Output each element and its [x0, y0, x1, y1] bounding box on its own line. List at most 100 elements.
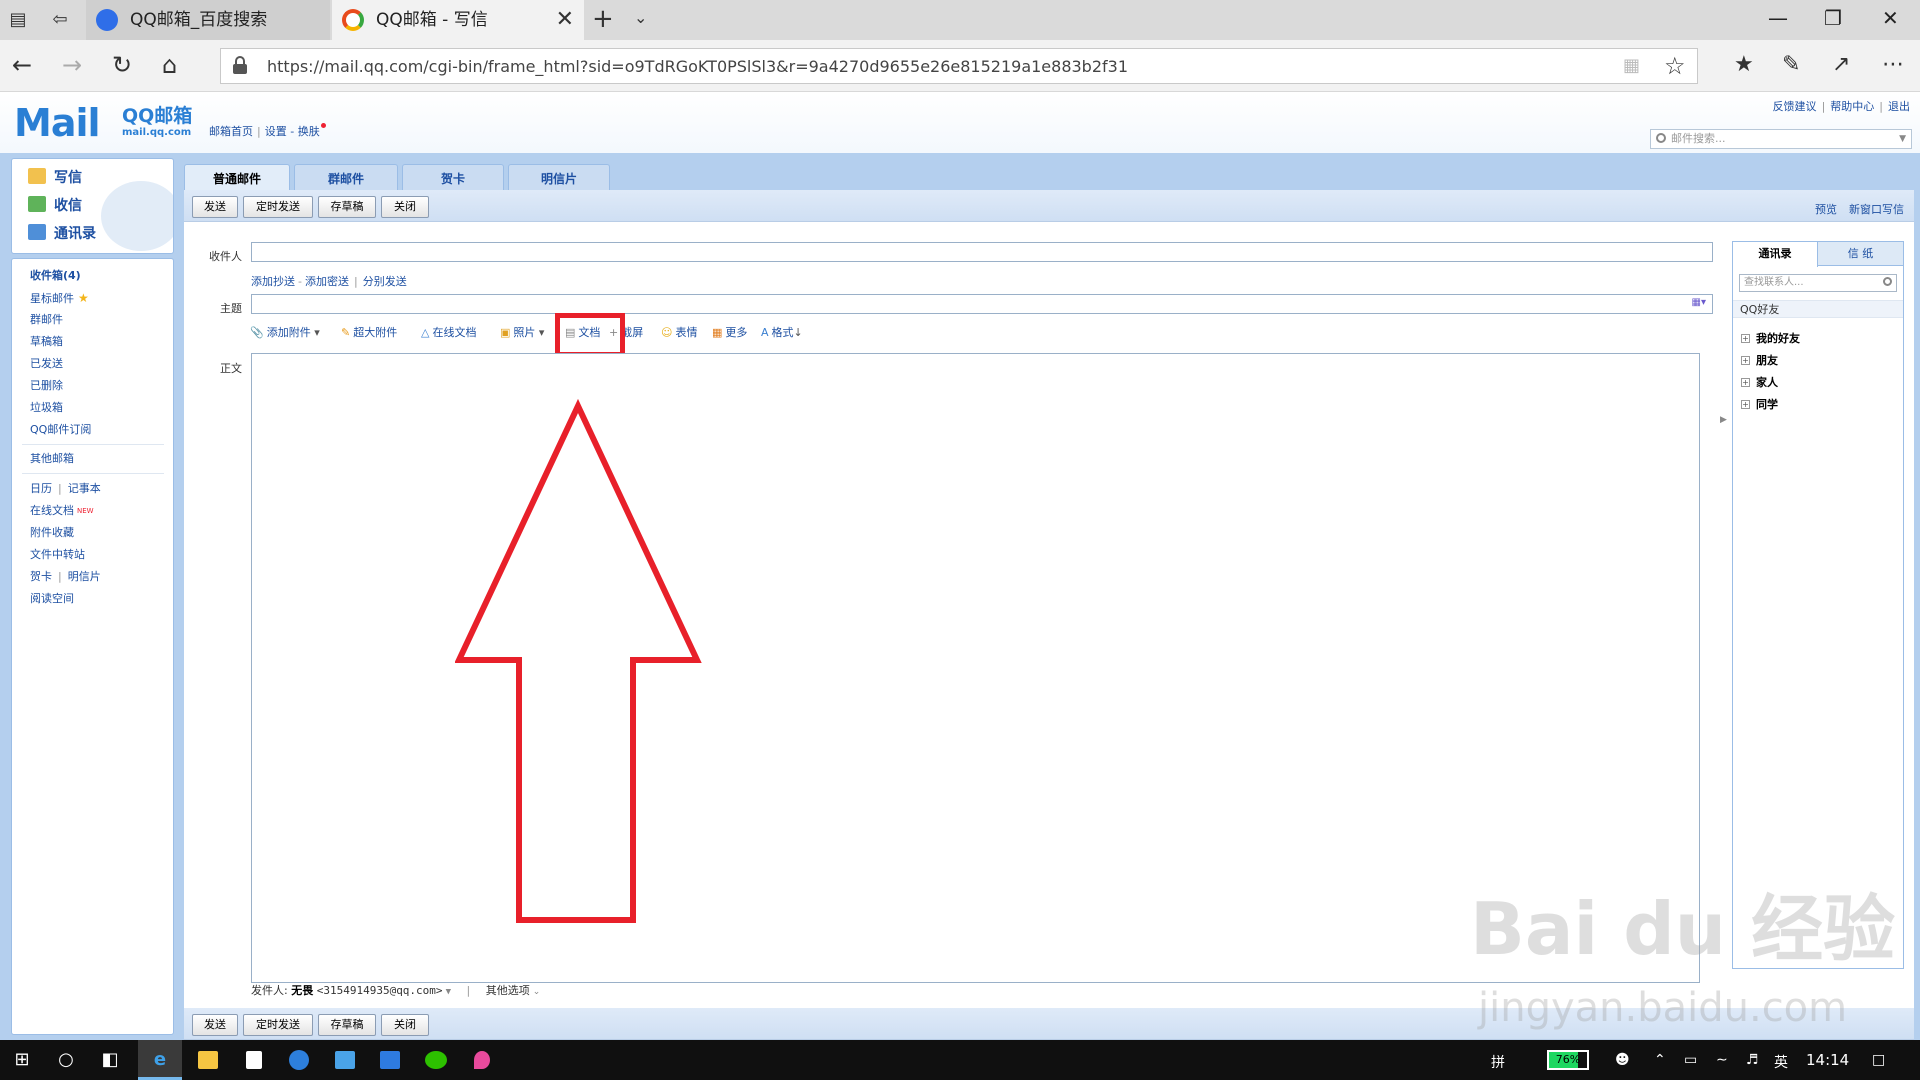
pen-notes-icon[interactable]: ✎ — [1782, 52, 1800, 77]
collapse-panel-icon[interactable]: ▶ — [1720, 415, 1727, 425]
folder-group[interactable]: 群邮件 — [30, 313, 63, 327]
to-field[interactable] — [251, 242, 1713, 262]
card-link[interactable]: 贺卡 — [30, 570, 52, 583]
close-button[interactable]: 关闭 — [381, 196, 429, 218]
receive-link[interactable]: 收信 — [28, 195, 82, 217]
folder-inbox[interactable]: 收件箱(4) — [30, 269, 81, 283]
mail-logo[interactable]: Mail — [14, 103, 101, 143]
wechat-icon[interactable] — [424, 1048, 448, 1072]
browser-tab-baidu[interactable]: QQ邮箱_百度搜索 — [86, 0, 330, 40]
notepad-link[interactable]: 记事本 — [68, 482, 101, 495]
show-hidden-icons-icon[interactable]: ⌃ — [1654, 1052, 1666, 1068]
mail-app-icon[interactable] — [333, 1048, 357, 1072]
search-dropdown-icon[interactable]: ▼ — [1899, 130, 1906, 148]
compose-link[interactable]: 写信 — [28, 167, 82, 189]
close-button-bottom[interactable]: 关闭 — [381, 1014, 429, 1036]
send-button[interactable]: 发送 — [192, 196, 238, 218]
big-attachment-button[interactable]: ✎ 超大附件 — [341, 326, 397, 340]
folder-drafts[interactable]: 草稿箱 — [30, 335, 63, 349]
send-button-bottom[interactable]: 发送 — [192, 1014, 238, 1036]
postcard-link[interactable]: 明信片 — [68, 570, 101, 583]
home-icon[interactable]: ⌂ — [162, 52, 177, 78]
tab-group-mail[interactable]: 群邮件 — [294, 164, 398, 190]
group-my-friends[interactable]: + 我的好友 — [1741, 332, 1800, 346]
mail-home-link[interactable]: 邮箱首页 — [209, 125, 253, 138]
tab-postcard[interactable]: 明信片 — [508, 164, 610, 190]
new-tab-button[interactable]: + — [592, 4, 614, 34]
mail-search-input[interactable]: 邮件搜索... ▼ — [1650, 129, 1912, 149]
refresh-icon[interactable]: ↻ — [112, 52, 132, 78]
favorite-star-icon[interactable]: ☆ — [1664, 52, 1686, 80]
back-icon[interactable]: ← — [12, 52, 32, 78]
restore-icon[interactable]: ❐ — [1824, 6, 1842, 30]
folder-sent[interactable]: 已发送 — [30, 357, 63, 371]
power-icon[interactable]: ▭ — [1684, 1052, 1697, 1068]
reading-view-icon[interactable]: ▦ — [1623, 55, 1640, 76]
group-friends[interactable]: + 朋友 — [1741, 354, 1778, 368]
group-classmates[interactable]: + 同学 — [1741, 398, 1778, 412]
battery-indicator[interactable]: 76% — [1547, 1050, 1589, 1070]
tab-list-chevron-icon[interactable]: ⌄ — [634, 8, 647, 27]
attach-dropdown-icon[interactable]: ▾ — [314, 326, 320, 339]
tab-manager-icon[interactable]: ▤ — [6, 8, 30, 32]
group-family[interactable]: + 家人 — [1741, 376, 1778, 390]
save-draft-button-bottom[interactable]: 存草稿 — [318, 1014, 376, 1036]
help-link[interactable]: 帮助中心 — [1830, 100, 1874, 113]
windows-start-icon[interactable]: ⊞ — [10, 1048, 34, 1072]
tab-stationery[interactable]: 信 纸 — [1818, 242, 1903, 266]
new-window-link[interactable]: 新窗口写信 — [1849, 203, 1904, 216]
other-options-link[interactable]: 其他选项 ⌄ — [486, 984, 541, 997]
sender-select[interactable]: <3154914935@qq.com> ▼ — [317, 984, 451, 997]
calendar-link[interactable]: 日历 — [30, 482, 52, 495]
change-skin-link[interactable]: 换肤 — [298, 125, 320, 138]
file-transfer-link[interactable]: 文件中转站 — [30, 548, 85, 562]
feedback-link[interactable]: 反馈建议 — [1773, 100, 1817, 113]
people-icon[interactable]: ☻ — [1615, 1052, 1630, 1068]
minimize-icon[interactable]: — — [1768, 6, 1788, 30]
subject-style-icon[interactable]: ▦▾ — [1692, 297, 1706, 308]
scheduled-send-button-bottom[interactable]: 定时发送 — [243, 1014, 313, 1036]
clock-app-icon[interactable] — [287, 1048, 311, 1072]
photo-dropdown-icon[interactable]: ▾ — [539, 326, 545, 339]
folder-other[interactable]: 其他邮箱 — [30, 452, 74, 466]
reading-space-link[interactable]: 阅读空间 — [30, 592, 74, 606]
save-draft-button[interactable]: 存草稿 — [318, 196, 376, 218]
online-docs-link[interactable]: 在线文档 NEW — [30, 504, 94, 518]
file-explorer-icon[interactable] — [196, 1048, 220, 1072]
tab-card[interactable]: 贺卡 — [402, 164, 504, 190]
browser-tab-qqmail[interactable]: QQ邮箱 - 写信 ✕ — [332, 0, 584, 40]
ime-indicator[interactable]: 拼 — [1491, 1052, 1505, 1072]
task-view-icon[interactable]: ◧ — [98, 1048, 122, 1072]
close-tab-icon[interactable]: ✕ — [556, 0, 574, 40]
add-cc-link[interactable]: 添加抄送 — [251, 275, 295, 288]
wifi-icon[interactable]: ∼ — [1716, 1052, 1728, 1068]
more-menu-icon[interactable]: ⋯ — [1882, 52, 1904, 77]
add-bcc-link[interactable]: 添加密送 — [305, 275, 349, 288]
folder-spam[interactable]: 垃圾箱 — [30, 401, 63, 415]
tab-address-book[interactable]: 通讯录 — [1733, 242, 1818, 267]
system-clock[interactable]: 14:14 — [1806, 1051, 1849, 1069]
online-doc-button[interactable]: △ 在线文档 — [421, 326, 476, 340]
maps-app-icon[interactable] — [470, 1048, 494, 1072]
share-icon[interactable]: ↗ — [1832, 52, 1850, 77]
logout-link[interactable]: 退出 — [1888, 100, 1910, 113]
contact-search-input[interactable]: 查找联系人... — [1739, 274, 1897, 292]
photo-button[interactable]: ▣ 照片 ▾ — [500, 326, 544, 340]
url-field[interactable]: https://mail.qq.com/cgi-bin/frame_html?s… — [220, 48, 1698, 84]
volume-icon[interactable]: ♬ — [1746, 1052, 1759, 1068]
contacts-link[interactable]: 通讯录 — [28, 223, 96, 245]
scheduled-send-button[interactable]: 定时发送 — [243, 196, 313, 218]
wps-icon[interactable] — [378, 1048, 402, 1072]
add-attachment-button[interactable]: 📎 添加附件 ▾ — [250, 326, 320, 340]
cortana-icon[interactable]: ○ — [54, 1048, 78, 1072]
action-center-icon[interactable]: □ — [1872, 1052, 1885, 1068]
close-window-icon[interactable]: ✕ — [1882, 6, 1899, 30]
more-button[interactable]: ▦ 更多 — [712, 326, 747, 340]
preview-link[interactable]: 预览 — [1815, 203, 1837, 216]
store-icon[interactable] — [242, 1048, 266, 1072]
separate-send-link[interactable]: 分别发送 — [363, 275, 407, 288]
settings-link[interactable]: 设置 — [265, 125, 287, 138]
folder-subscriptions[interactable]: QQ邮件订阅 — [30, 423, 91, 437]
tab-normal-mail[interactable]: 普通邮件 — [184, 164, 290, 190]
subject-field[interactable]: ▦▾ — [251, 294, 1713, 314]
